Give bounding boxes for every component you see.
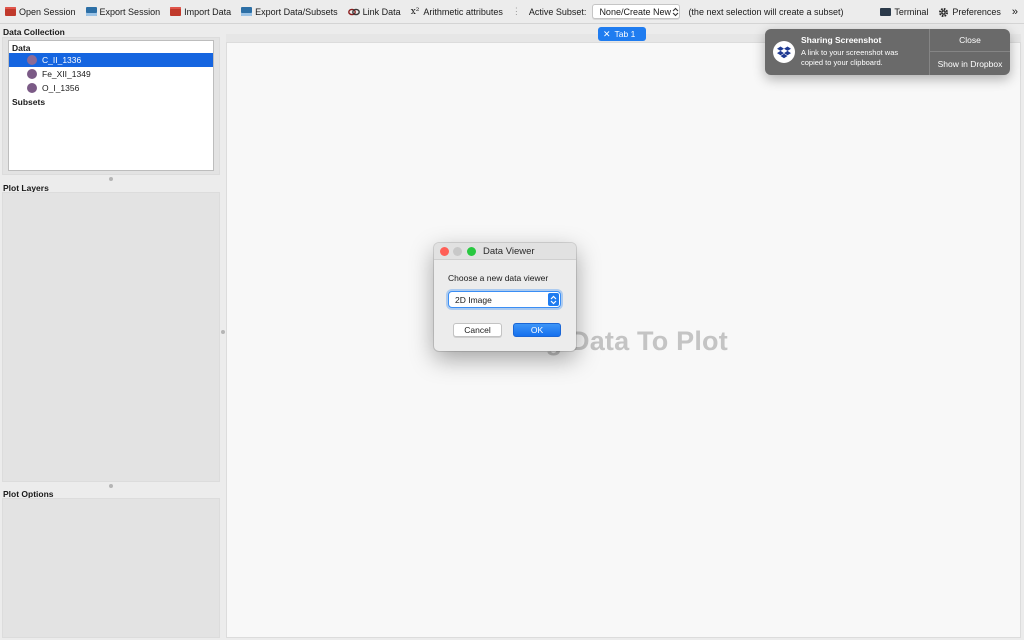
- active-subset-value: None/Create New: [599, 6, 671, 17]
- dialog-titlebar: Data Viewer: [434, 243, 576, 260]
- active-subset-label: Active Subset:: [528, 6, 587, 17]
- tab-1[interactable]: ✕ Tab 1: [598, 27, 646, 41]
- active-subset-select[interactable]: None/Create New: [592, 4, 681, 19]
- folder-icon: [5, 7, 16, 16]
- data-item-label: Fe_XII_1349: [42, 69, 91, 79]
- viewer-type-select[interactable]: 2D Image: [448, 291, 561, 308]
- plot-options-panel: [2, 498, 220, 638]
- data-color-dot: [27, 83, 37, 93]
- subset-hint-text: (the next selection will create a subset…: [688, 6, 844, 17]
- preferences-button[interactable]: Preferences: [933, 3, 1006, 21]
- open-session-label: Open Session: [19, 6, 76, 17]
- close-icon[interactable]: ✕: [603, 29, 611, 40]
- dropbox-icon: [773, 41, 795, 63]
- link-data-label: Link Data: [362, 6, 401, 17]
- data-item-label: C_II_1336: [42, 55, 82, 65]
- data-viewer-dialog: Data Viewer Choose a new data viewer 2D …: [434, 243, 576, 351]
- import-data-label: Import Data: [184, 6, 232, 17]
- data-tree: Data C_II_1336 Fe_XII_1349 O_I_1356 Subs…: [8, 40, 214, 171]
- save-icon: [241, 7, 253, 16]
- dropbox-notification: Sharing Screenshot A link to your screen…: [765, 29, 1010, 75]
- terminal-label: Terminal: [894, 7, 929, 17]
- data-color-dot: [27, 55, 37, 65]
- dialog-title: Data Viewer: [483, 245, 535, 257]
- tab-label: Tab 1: [614, 29, 636, 39]
- ok-button[interactable]: OK: [513, 323, 561, 337]
- viewer-type-value: 2D Image: [455, 294, 492, 305]
- open-session-button[interactable]: Open Session: [0, 3, 81, 21]
- export-data-subsets-label: Export Data/Subsets: [255, 6, 338, 17]
- tree-header-data: Data: [12, 43, 31, 53]
- data-item-label: O_I_1356: [42, 83, 80, 93]
- data-item-c-ii-1336[interactable]: C_II_1336: [9, 53, 213, 67]
- export-session-button[interactable]: Export Session: [81, 3, 166, 21]
- dialog-prompt: Choose a new data viewer: [448, 273, 549, 283]
- save-icon: [85, 7, 97, 16]
- chevron-updown-icon: [548, 293, 559, 306]
- arithmetic-attributes-button[interactable]: x² Arithmetic attributes: [406, 3, 508, 21]
- vertical-splitter-handle[interactable]: [221, 330, 225, 334]
- data-item-fe-xii-1349[interactable]: Fe_XII_1349: [9, 67, 213, 81]
- toolbar-overflow-button[interactable]: »: [1006, 6, 1024, 18]
- toolbar-right-group: Terminal Preferences »: [875, 0, 1024, 24]
- preferences-label: Preferences: [952, 7, 1001, 17]
- notification-close-button[interactable]: Close: [930, 29, 1010, 52]
- data-color-dot: [27, 69, 37, 79]
- plot-layers-panel: [2, 192, 220, 482]
- terminal-button[interactable]: Terminal: [875, 3, 933, 21]
- chevron-updown-icon: [671, 5, 679, 18]
- link-data-button[interactable]: Link Data: [343, 3, 406, 21]
- data-item-o-i-1356[interactable]: O_I_1356: [9, 81, 213, 95]
- close-window-icon[interactable]: [440, 247, 449, 256]
- import-data-button[interactable]: Import Data: [165, 3, 236, 21]
- splitter-handle[interactable]: [109, 484, 113, 488]
- splitter-handle[interactable]: [109, 177, 113, 181]
- arithmetic-attributes-label: Arithmetic attributes: [423, 6, 503, 17]
- cancel-button[interactable]: Cancel: [453, 323, 502, 337]
- notification-title: Sharing Screenshot: [801, 35, 882, 45]
- notification-body: A link to your screenshot was copied to …: [801, 48, 899, 67]
- zoom-window-icon[interactable]: [467, 247, 476, 256]
- tree-header-subsets: Subsets: [12, 97, 46, 107]
- toolbar-separator: ⋮: [511, 6, 521, 16]
- main-toolbar: Open Session Export Session Import Data …: [0, 0, 1024, 24]
- export-data-subsets-button[interactable]: Export Data/Subsets: [236, 3, 343, 21]
- gear-icon: [938, 7, 949, 18]
- notification-actions: Close Show in Dropbox: [929, 29, 1010, 75]
- show-in-dropbox-button[interactable]: Show in Dropbox: [930, 52, 1010, 75]
- link-icon: [347, 7, 360, 16]
- minimize-window-icon: [453, 247, 462, 256]
- x-squared-icon: x²: [410, 6, 420, 17]
- export-session-label: Export Session: [99, 6, 161, 17]
- folder-icon: [170, 7, 182, 16]
- terminal-icon: [880, 8, 892, 16]
- data-collection-title: Data Collection: [3, 27, 65, 37]
